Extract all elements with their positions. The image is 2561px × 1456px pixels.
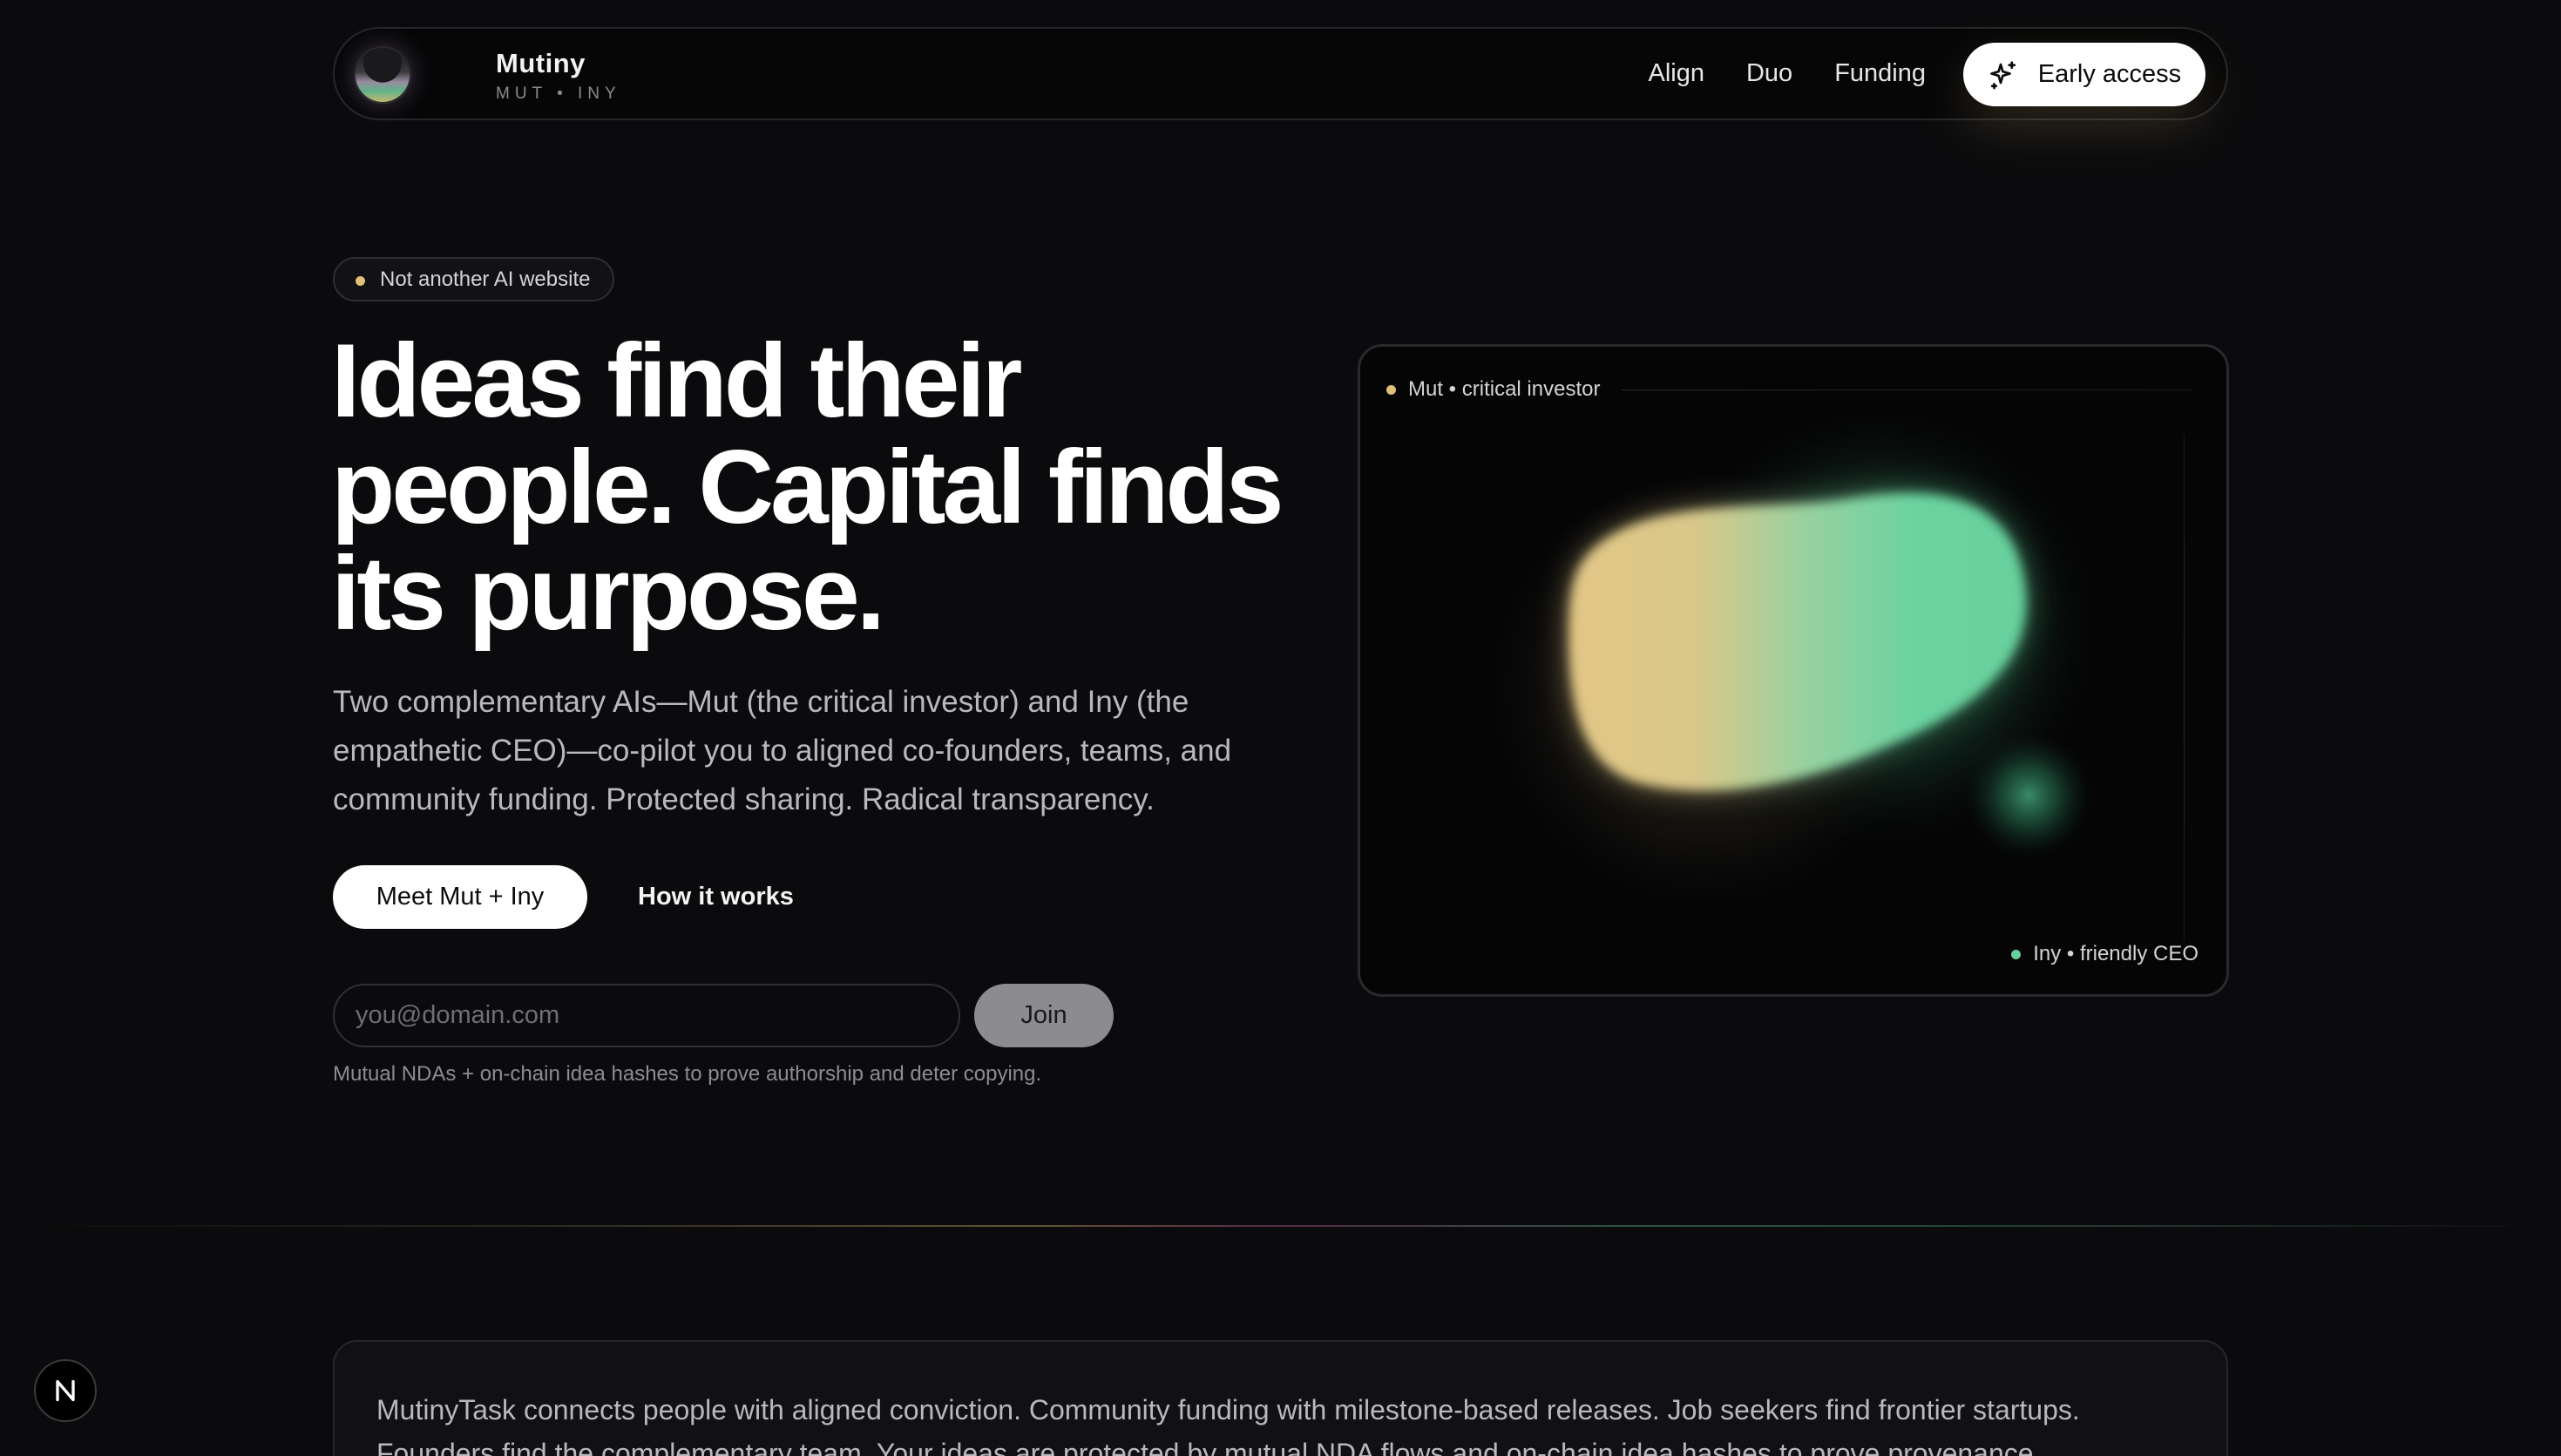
- headline-line-3: its purpose.: [331, 535, 885, 652]
- headline-line-1: Ideas find their: [331, 322, 1022, 439]
- nav-links: Align Duo Funding: [1648, 29, 1926, 119]
- n-logo-button[interactable]: [34, 1359, 97, 1422]
- nav-link-align[interactable]: Align: [1648, 59, 1704, 88]
- blob-illustration: [1493, 414, 2092, 902]
- small-green-orb: [1966, 733, 2091, 858]
- mut-dot-icon: [1386, 384, 1396, 395]
- privacy-note: Mutual NDAs + on-chain idea hashes to pr…: [333, 1062, 1042, 1086]
- card-right-rule: [2184, 434, 2185, 942]
- nav-link-funding[interactable]: Funding: [1834, 59, 1926, 88]
- brand-tagline: MUT • INY: [496, 85, 621, 103]
- brand[interactable]: Mutiny MUT • INY: [496, 48, 621, 104]
- about-text: MutinyTask connects people with aligned …: [376, 1394, 2080, 1456]
- how-it-works-link[interactable]: How it works: [638, 865, 794, 929]
- logo-orb-icon[interactable]: [354, 46, 411, 104]
- iny-label: Iny • friendly CEO: [2011, 942, 2199, 966]
- pill-text: Not another AI website: [380, 267, 591, 291]
- meet-mut-iny-button[interactable]: Meet Mut + Iny: [333, 865, 587, 929]
- section-divider: [26, 1225, 2536, 1227]
- sparkles-icon: [1989, 60, 2016, 89]
- email-input[interactable]: [333, 984, 960, 1047]
- mut-label-text: Mut • critical investor: [1408, 377, 1601, 401]
- hero-headline: Ideas find their people. Capital finds i…: [331, 328, 1290, 647]
- mut-iny-visual-card: Mut • critical investor Iny • friendly C…: [1358, 344, 2229, 997]
- pill-dot-icon: [356, 276, 365, 286]
- hero-pill-badge: Not another AI website: [333, 257, 615, 301]
- early-access-button[interactable]: Early access: [1963, 43, 2205, 106]
- top-navbar: Mutiny MUT • INY Align Duo Funding Early…: [333, 27, 2228, 120]
- brand-name: Mutiny: [496, 48, 586, 78]
- n-logo-icon: [56, 1379, 75, 1402]
- join-button[interactable]: Join: [974, 984, 1114, 1047]
- card-top-rule: [1622, 389, 2192, 390]
- iny-dot-icon: [2011, 949, 2022, 959]
- iny-label-text: Iny • friendly CEO: [2033, 942, 2199, 965]
- mut-label: Mut • critical investor: [1386, 377, 1600, 402]
- early-access-label: Early access: [2037, 60, 2182, 88]
- headline-line-2: people. Capital finds: [331, 429, 1284, 545]
- nav-link-duo[interactable]: Duo: [1746, 59, 1792, 88]
- hero-subcopy: Two complementary AIs—Mut (the critical …: [333, 685, 1232, 816]
- about-panel: MutinyTask connects people with aligned …: [333, 1340, 2228, 1456]
